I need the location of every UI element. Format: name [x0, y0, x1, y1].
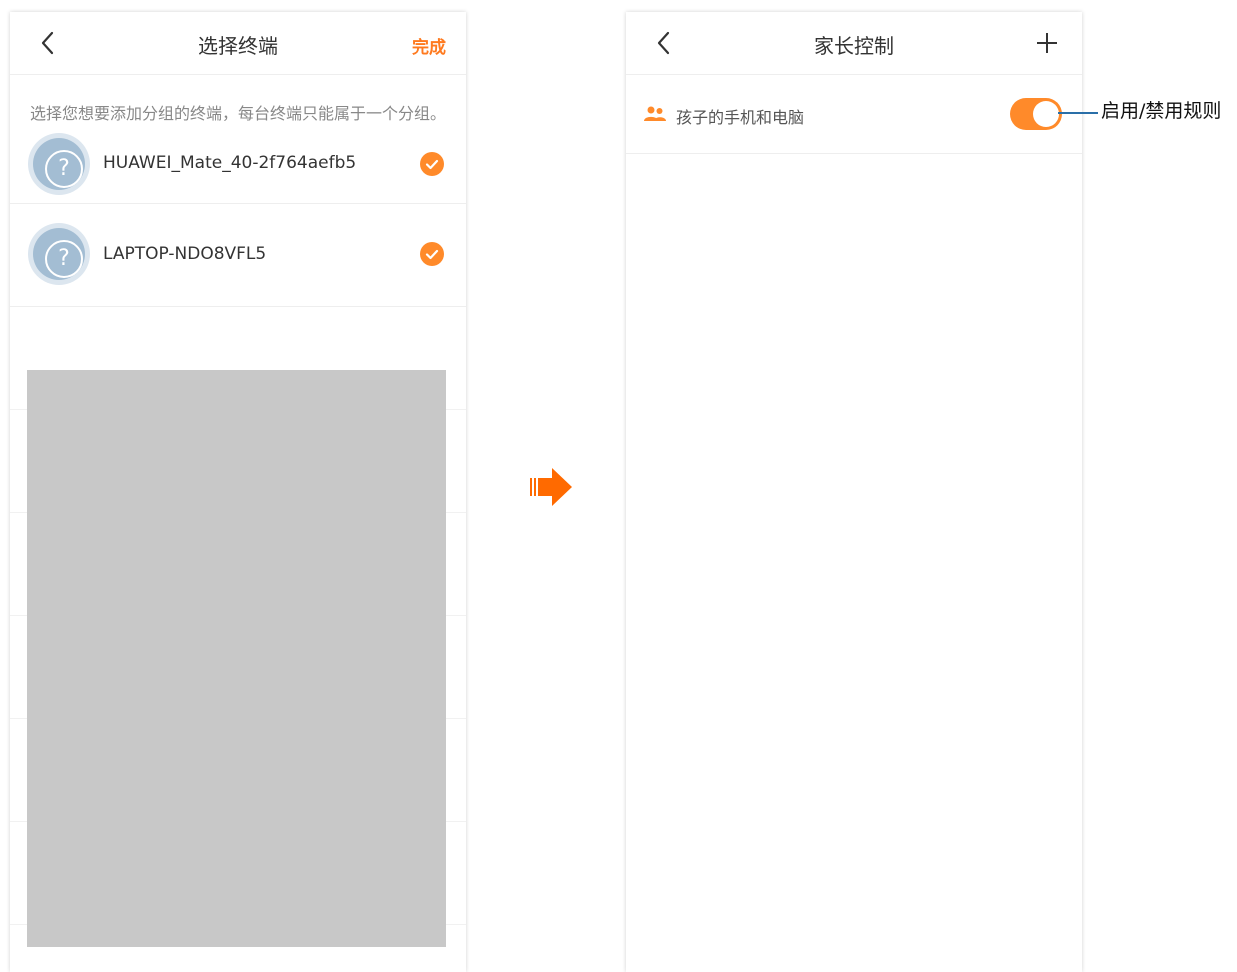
- done-button[interactable]: 完成: [412, 33, 446, 58]
- callout-line: [1058, 112, 1098, 114]
- hint-text: 选择您想要添加分组的终端，每台终端只能属于一个分组。: [30, 104, 447, 123]
- right-arrow-icon: [530, 468, 572, 506]
- callout-label: 启用/禁用规则: [1101, 100, 1222, 122]
- toggle-knob: [1033, 101, 1059, 127]
- device-list-item[interactable]: ? HUAWEI_Mate_40-2f764aefb5: [10, 125, 466, 204]
- group-icon: [644, 106, 666, 121]
- nav-bar: 家长控制: [626, 12, 1082, 75]
- redacted-placeholder: [27, 370, 446, 947]
- page-title: 家长控制: [814, 34, 894, 58]
- rule-name: 孩子的手机和电脑: [676, 108, 805, 127]
- device-name: HUAWEI_Mate_40-2f764aefb5: [103, 153, 357, 173]
- checkmark-icon[interactable]: [420, 152, 444, 176]
- parental-control-screen: 家长控制 孩子的手机和电脑: [626, 12, 1082, 972]
- rule-enable-toggle[interactable]: [1010, 98, 1062, 130]
- select-device-screen: 选择终端 完成 选择您想要添加分组的终端，每台终端只能属于一个分组。 ? HUA…: [10, 12, 466, 972]
- plus-icon[interactable]: [1036, 32, 1058, 54]
- device-name: LAPTOP-NDO8VFL5: [103, 244, 267, 264]
- nav-bar: 选择终端 完成: [10, 12, 466, 75]
- device-list-item[interactable]: ? LAPTOP-NDO8VFL5: [10, 204, 466, 307]
- checkmark-icon[interactable]: [420, 242, 444, 266]
- page-title: 选择终端: [198, 34, 278, 58]
- unknown-device-icon: ?: [28, 223, 90, 285]
- rule-list-item[interactable]: 孩子的手机和电脑: [626, 75, 1082, 154]
- unknown-device-icon: ?: [28, 133, 90, 195]
